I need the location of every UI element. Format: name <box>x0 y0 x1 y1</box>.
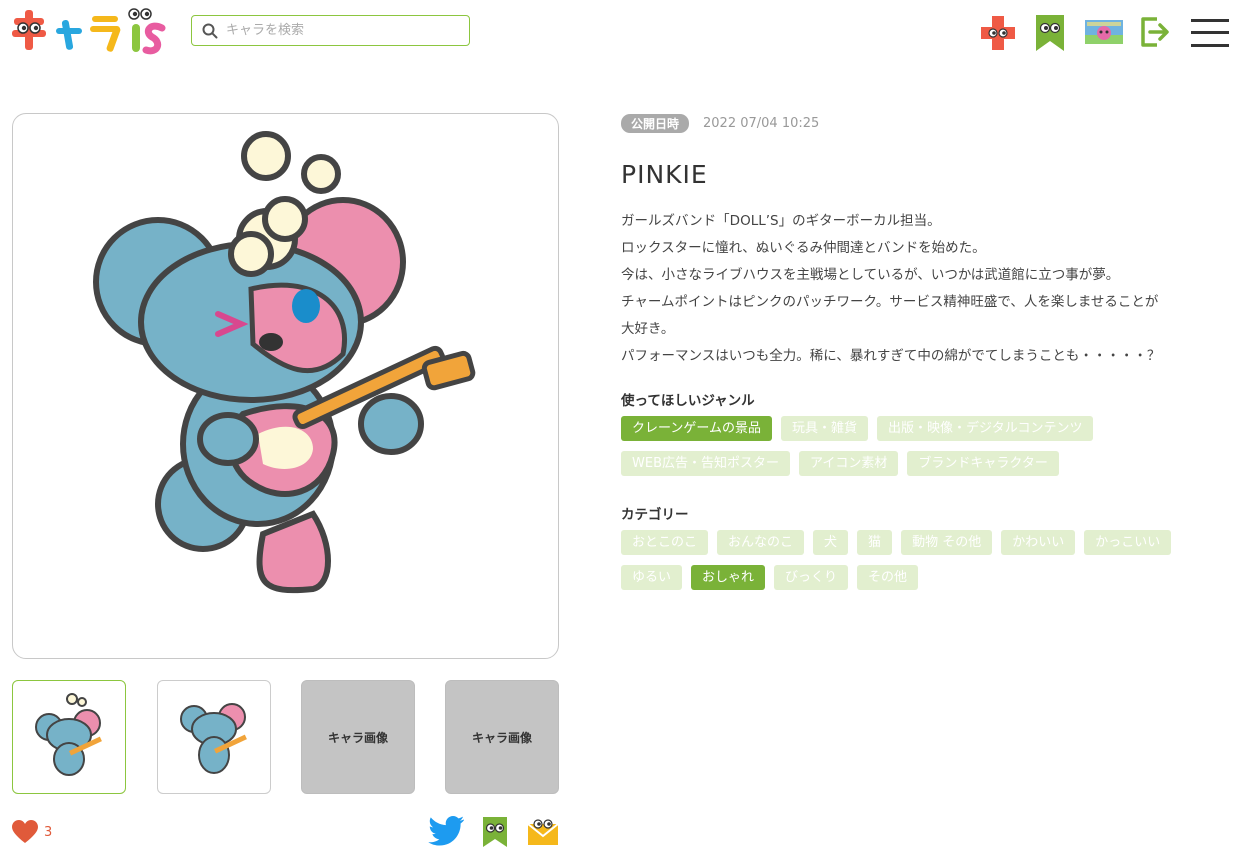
logout-icon[interactable] <box>1140 16 1170 48</box>
header <box>0 0 1246 70</box>
like-count: 3 <box>44 824 53 840</box>
description-line: パフォーマンスはいつも全力。稀に、暴れすぎて中の綿がでてしまうことも・・・・・？ <box>621 348 1161 364</box>
genre-tags: クレーンゲームの景品 玩具・雑貨 出版・映像・デジタルコンテンツ WEB広告・告… <box>621 416 1241 486</box>
category-tag[interactable]: びっくり <box>774 565 849 590</box>
genre-tag[interactable]: ブランドキャラクター <box>907 451 1059 476</box>
genre-tag[interactable]: クレーンゲームの景品 <box>621 416 772 441</box>
bookmark-icon[interactable] <box>482 816 508 848</box>
menu-icon[interactable] <box>1191 18 1229 48</box>
category-tag[interactable]: 猫 <box>857 530 893 555</box>
category-tag[interactable]: ゆるい <box>621 565 683 590</box>
heart-icon <box>12 820 38 843</box>
thumbnail-image <box>35 693 102 776</box>
thumbnail-2[interactable] <box>157 680 271 794</box>
category-tag[interactable]: かっこいい <box>1084 530 1172 555</box>
description-line: ガールズバンド「DOLL’S」のギターボーカル担当。 <box>621 213 941 229</box>
character-description: ガールズバンド「DOLL’S」のギターボーカル担当。 ロックスターに憧れ、ぬいぐ… <box>621 208 1231 370</box>
categories-title: カテゴリー <box>621 507 689 523</box>
published-date: 2022 07/04 10:25 <box>703 116 820 131</box>
avatar[interactable] <box>1085 20 1123 44</box>
category-tag[interactable]: おしゃれ <box>691 565 766 590</box>
search-input[interactable] <box>224 22 458 39</box>
thumbnail-3[interactable]: キャラ画像 <box>301 680 415 794</box>
thumbnail-image <box>180 703 247 774</box>
twitter-icon[interactable] <box>428 816 464 846</box>
search-bar[interactable] <box>191 15 470 46</box>
add-icon[interactable] <box>979 14 1017 52</box>
mail-icon[interactable] <box>527 816 559 846</box>
thumbnail-placeholder-label: キャラ画像 <box>471 730 532 745</box>
site-logo[interactable] <box>10 6 166 58</box>
category-tag[interactable]: 犬 <box>813 530 849 555</box>
search-icon <box>202 23 218 38</box>
like-button[interactable]: 3 <box>12 820 52 844</box>
category-tag[interactable]: おんなのこ <box>717 530 805 555</box>
category-tag[interactable]: 動物 その他 <box>901 530 993 555</box>
publish-meta: 公開日時 2022 07/04 10:25 <box>621 114 819 133</box>
genre-tag[interactable]: アイコン素材 <box>799 451 899 476</box>
category-tag[interactable]: その他 <box>857 565 919 590</box>
genre-tag[interactable]: WEB広告・告知ポスター <box>621 451 790 476</box>
description-line: 今は、小さなライブハウスを主戦場としているが、いつかは武道館に立つ事が夢。 <box>621 267 1120 283</box>
published-label: 公開日時 <box>621 114 690 133</box>
thumbnail-1[interactable] <box>12 680 126 794</box>
genre-tag[interactable]: 出版・映像・デジタルコンテンツ <box>876 416 1094 441</box>
character-illustration <box>93 131 476 594</box>
genres-title: 使ってほしいジャンル <box>621 393 755 409</box>
thumbnail-placeholder-label: キャラ画像 <box>327 730 388 745</box>
genre-tag[interactable]: 玩具・雑貨 <box>780 416 868 441</box>
main-character-image[interactable] <box>12 113 559 659</box>
category-tags: おとこのこ おんなのこ 犬 猫 動物 その他 かわいい かっこいい ゆるい おし… <box>621 530 1241 600</box>
description-line: 大好き。 <box>621 321 675 337</box>
description-line: ロックスターに憧れ、ぬいぐるみ仲間達とバンドを始めた。 <box>621 240 986 256</box>
character-name: PINKIE <box>621 160 708 189</box>
category-tag[interactable]: かわいい <box>1001 530 1076 555</box>
description-line: チャームポイントはピンクのパッチワーク。サービス精神旺盛で、人を楽しませることが <box>621 294 1159 310</box>
bookmark-icon[interactable] <box>1035 14 1065 52</box>
category-tag[interactable]: おとこのこ <box>621 530 709 555</box>
thumbnail-4[interactable]: キャラ画像 <box>445 680 559 794</box>
